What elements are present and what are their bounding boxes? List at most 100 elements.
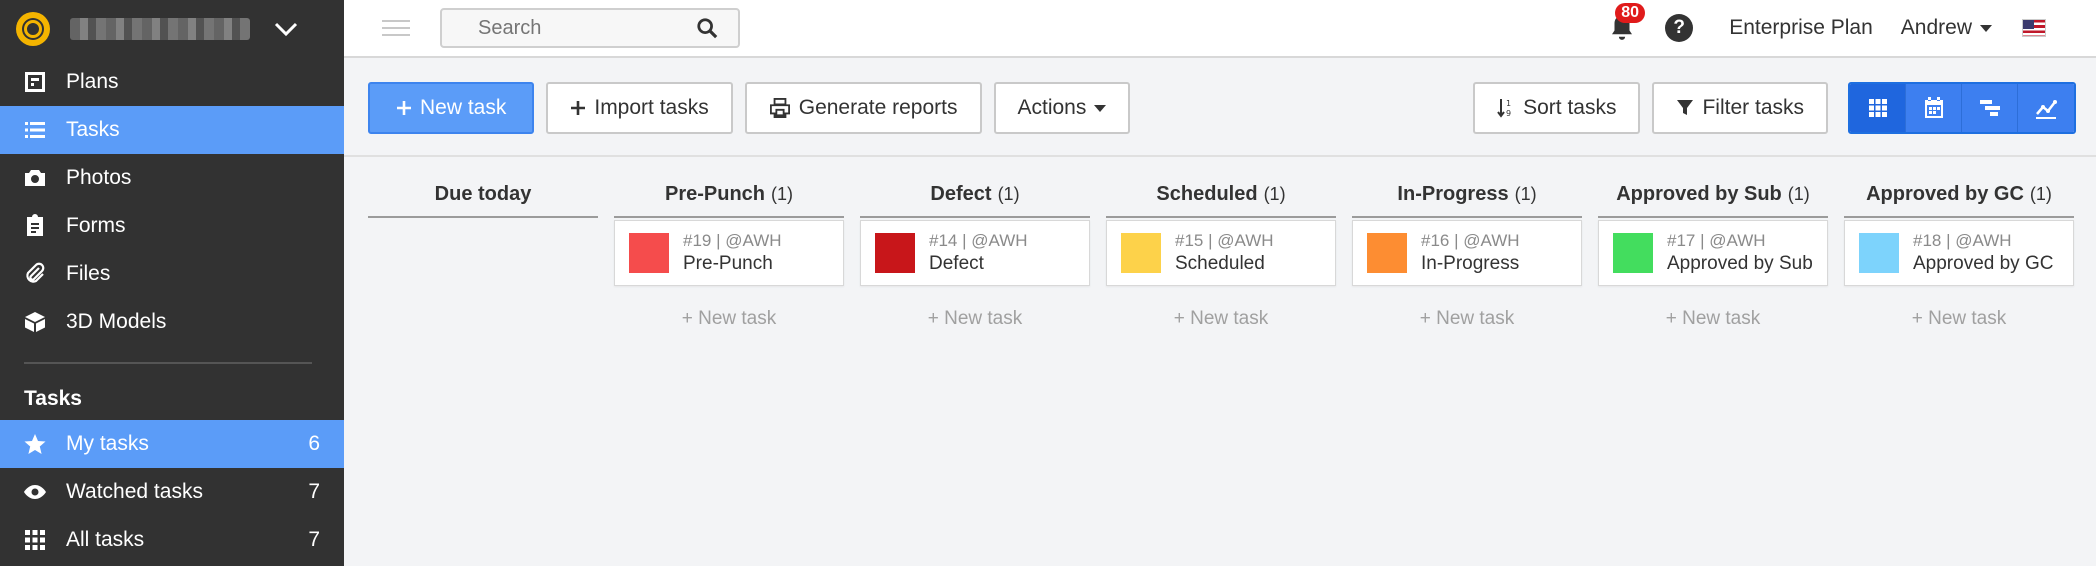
column-header[interactable]: Defect (1)	[860, 172, 1090, 218]
hamburger-menu-icon[interactable]	[382, 15, 410, 41]
column-title: Due today	[434, 182, 532, 205]
search-box	[440, 8, 740, 48]
sidebar-item-forms[interactable]: Forms	[0, 202, 344, 250]
task-title: In-Progress	[1421, 253, 1520, 274]
top-bar: 80 ? Enterprise Plan Andrew	[344, 0, 2096, 58]
import-tasks-label: Import tasks	[594, 96, 709, 119]
import-tasks-button[interactable]: Import tasks	[546, 82, 733, 134]
sidebar-item-all-tasks[interactable]: All tasks 7	[0, 516, 344, 564]
eye-icon	[22, 479, 48, 505]
sidebar-item-3d-models[interactable]: 3D Models	[0, 298, 344, 346]
task-card[interactable]: #16 | @AWH In-Progress	[1352, 220, 1582, 286]
add-task-link[interactable]: + New task	[1352, 308, 1582, 330]
generate-reports-button[interactable]: Generate reports	[744, 82, 982, 134]
status-color-swatch	[1859, 233, 1899, 273]
help-icon[interactable]: ?	[1665, 14, 1694, 42]
status-color-swatch	[1367, 233, 1407, 273]
chevron-down-icon[interactable]	[270, 13, 302, 45]
user-name: Andrew	[1900, 16, 1972, 39]
filter-tasks-button[interactable]: Filter tasks	[1652, 82, 1828, 134]
new-task-label: New task	[420, 96, 507, 119]
chart-view-icon[interactable]	[2018, 84, 2074, 132]
board-column: Approved by Sub (1) #17 | @AWH Approved by …	[1598, 172, 1828, 330]
svg-text:1: 1	[1506, 99, 1511, 108]
search-icon[interactable]	[696, 17, 718, 39]
status-color-swatch	[629, 233, 669, 273]
caret-down-icon	[1094, 104, 1107, 112]
sidebar-item-label: Plans	[66, 70, 119, 93]
us-flag-icon[interactable]	[2022, 19, 2046, 37]
plus-icon	[397, 101, 411, 115]
sidebar-item-label: My tasks	[66, 432, 149, 455]
column-count: (1)	[997, 183, 1020, 204]
sidebar-item-files[interactable]: Files	[0, 250, 344, 298]
gantt-view-icon[interactable]	[1962, 84, 2018, 132]
sidebar-item-label: All tasks	[66, 528, 145, 551]
sidebar-item-plans[interactable]: Plans	[0, 58, 344, 106]
notifications-button[interactable]: 80	[1607, 3, 1646, 43]
column-header[interactable]: In-Progress (1)	[1352, 172, 1582, 218]
project-switcher[interactable]	[0, 0, 344, 58]
sidebar-section-title: Tasks	[24, 387, 82, 410]
task-meta: #16 | @AWH	[1421, 231, 1520, 250]
task-count: 7	[308, 480, 320, 503]
toolbar-divider	[344, 155, 2096, 157]
task-board: Due today Pre-Punch (1) #19 | @AWH Pre-Punch…	[368, 172, 2090, 330]
user-menu[interactable]: Andrew	[1901, 16, 1992, 40]
task-count: 6	[308, 432, 320, 455]
sidebar: Plans Tasks Photos Forms Files 3D Models…	[0, 0, 344, 566]
column-header[interactable]: Approved by Sub (1)	[1598, 172, 1828, 218]
task-card[interactable]: #14 | @AWH Defect	[860, 220, 1090, 286]
plan-label[interactable]: Enterprise Plan	[1729, 16, 1873, 40]
task-title: Approved by GC	[1913, 253, 2054, 274]
column-title: Defect	[930, 182, 992, 205]
sidebar-item-photos[interactable]: Photos	[0, 154, 344, 202]
board-column: Due today	[368, 172, 598, 330]
task-title: Defect	[929, 253, 984, 274]
calendar-view-icon[interactable]	[1906, 84, 1962, 132]
column-title: Pre-Punch	[664, 182, 766, 205]
task-meta: #19 | @AWH	[683, 231, 782, 250]
camera-icon	[22, 165, 48, 191]
task-card[interactable]: #19 | @AWH Pre-Punch	[614, 220, 844, 286]
clipboard-icon	[22, 213, 48, 239]
grid-dots-icon	[22, 527, 48, 553]
column-header[interactable]: Pre-Punch (1)	[614, 172, 844, 218]
column-header[interactable]: Scheduled (1)	[1106, 172, 1336, 218]
task-card[interactable]: #18 | @AWH Approved by GC	[1844, 220, 2074, 286]
filter-icon	[1677, 100, 1694, 115]
column-title: Approved by GC	[1866, 182, 2024, 205]
search-input[interactable]	[442, 16, 682, 40]
sort-tasks-button[interactable]: 19 Sort tasks	[1473, 82, 1641, 134]
grid-view-icon[interactable]	[1850, 84, 1906, 132]
board-column: Scheduled (1) #15 | @AWH Scheduled + New tas…	[1106, 172, 1336, 330]
sidebar-item-watched-tasks[interactable]: Watched tasks 7	[0, 468, 344, 516]
board-column: In-Progress (1) #16 | @AWH In-Progress + New…	[1352, 172, 1582, 330]
notification-badge: 80	[1615, 3, 1646, 23]
printer-icon	[769, 98, 790, 118]
task-meta: #15 | @AWH	[1175, 231, 1274, 250]
task-card[interactable]: #17 | @AWH Approved by Sub	[1598, 220, 1828, 286]
sidebar-item-my-tasks[interactable]: My tasks 6	[0, 420, 344, 468]
add-task-link[interactable]: + New task	[860, 308, 1090, 330]
add-task-link[interactable]: + New task	[614, 308, 844, 330]
task-meta: #17 | @AWH	[1667, 231, 1766, 250]
filter-tasks-label: Filter tasks	[1702, 96, 1804, 119]
paperclip-icon	[22, 261, 48, 287]
sidebar-item-tasks[interactable]: Tasks	[0, 106, 344, 154]
new-task-button[interactable]: New task	[368, 82, 535, 134]
task-title: Scheduled	[1175, 253, 1265, 274]
add-task-link[interactable]: + New task	[1106, 308, 1336, 330]
column-header[interactable]: Approved by GC (1)	[1844, 172, 2074, 218]
sidebar-item-label: Watched tasks	[66, 480, 203, 503]
add-task-link[interactable]: + New task	[1598, 308, 1828, 330]
column-header[interactable]: Due today	[368, 172, 598, 218]
add-task-link[interactable]: + New task	[1844, 308, 2074, 330]
column-count: (1)	[771, 183, 794, 204]
caret-down-icon	[1980, 24, 1992, 32]
actions-dropdown[interactable]: Actions	[993, 82, 1131, 134]
task-meta: #18 | @AWH	[1913, 231, 2012, 250]
task-card[interactable]: #15 | @AWH Scheduled	[1106, 220, 1336, 286]
sort-icon: 19	[1497, 99, 1511, 118]
logo-icon	[16, 12, 50, 46]
